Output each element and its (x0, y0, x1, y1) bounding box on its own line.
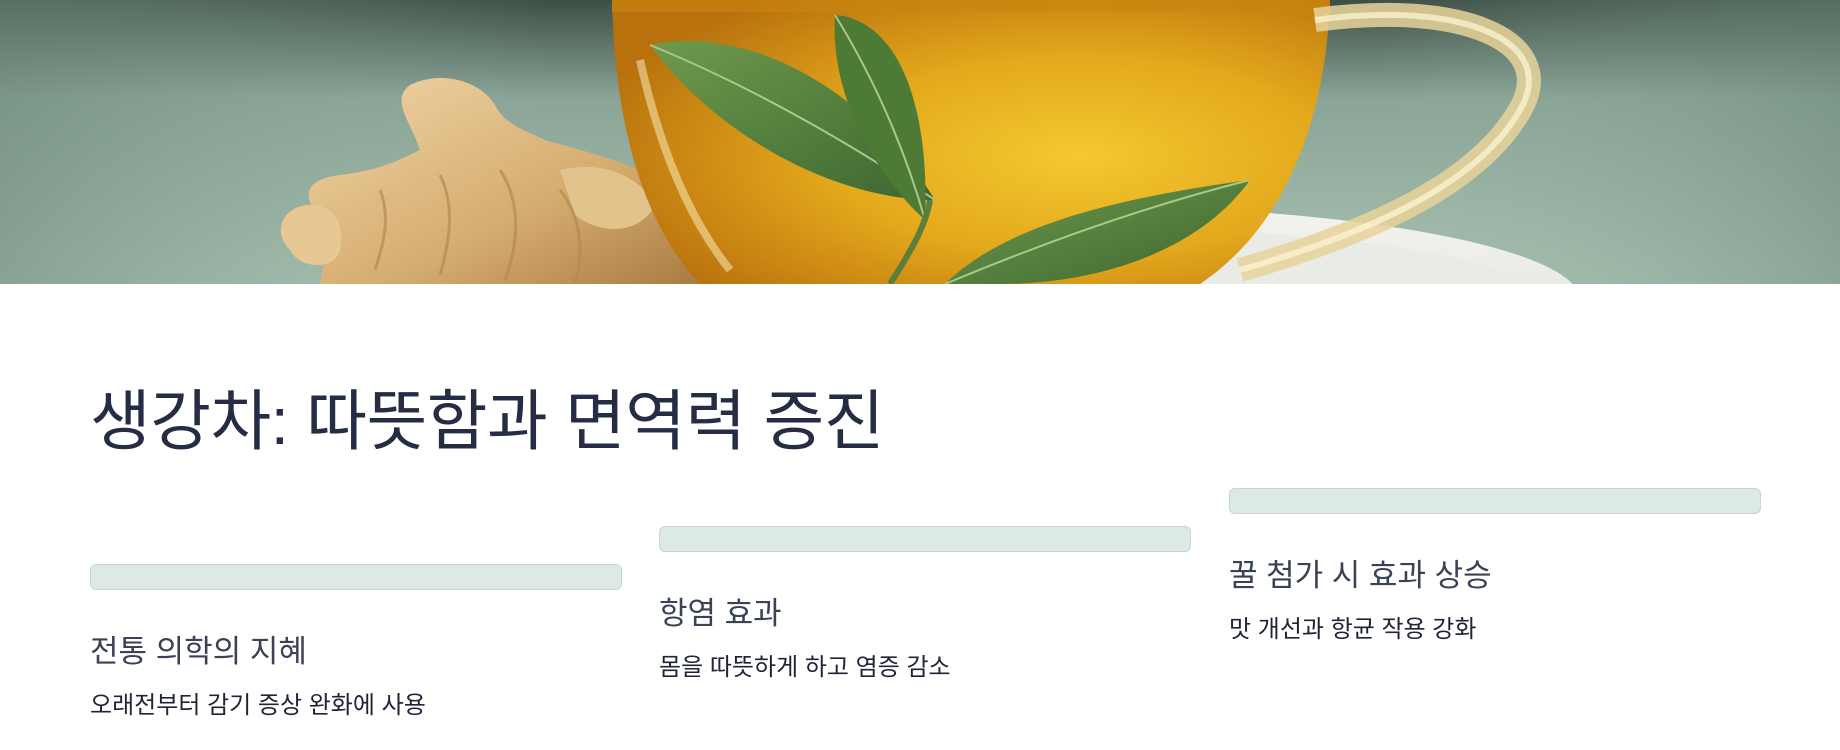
page-title: 생강차: 따뜻함과 면역력 증진 (90, 384, 885, 458)
card-description: 맛 개선과 항균 작용 강화 (1229, 616, 1477, 643)
card-title: 전통 의학의 지혜 (90, 634, 307, 669)
card-description: 오래전부터 감기 증상 완화에 사용 (90, 692, 426, 719)
hero-image (0, 0, 1840, 284)
card-title: 항염 효과 (659, 596, 782, 631)
feature-card: 전통 의학의 지혜 오래전부터 감기 증상 완화에 사용 (90, 564, 622, 720)
card-accent-bar (659, 526, 1191, 552)
ginger-tea-illustration (0, 0, 1840, 284)
card-title: 꿀 첨가 시 효과 상승 (1229, 558, 1492, 593)
card-accent-bar (90, 564, 622, 590)
feature-card: 꿀 첨가 시 효과 상승 맛 개선과 항균 작용 강화 (1229, 488, 1761, 644)
card-description: 몸을 따뜻하게 하고 염증 감소 (659, 654, 951, 681)
slide-page: 생강차: 따뜻함과 면역력 증진 전통 의학의 지혜 오래전부터 감기 증상 완… (0, 0, 1840, 750)
feature-card: 항염 효과 몸을 따뜻하게 하고 염증 감소 (659, 526, 1191, 682)
card-accent-bar (1229, 488, 1761, 514)
